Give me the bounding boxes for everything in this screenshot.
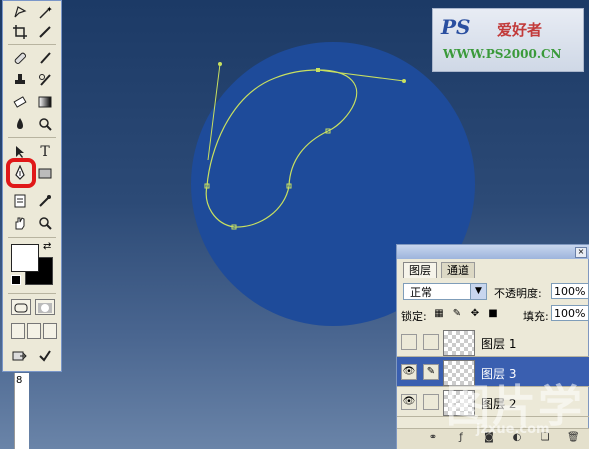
lock-position-icon[interactable]: ✥: [469, 308, 481, 320]
tab-layers[interactable]: 图层: [403, 262, 437, 278]
standard-mode-button[interactable]: [11, 299, 31, 315]
logo-brand-cn: 爱好者: [497, 21, 543, 39]
foreground-color-swatch[interactable]: [11, 244, 39, 272]
layer-row[interactable]: 图层 1: [397, 327, 589, 357]
link-layers-icon[interactable]: ⚭: [427, 432, 439, 444]
swap-colors-icon[interactable]: ⇄: [43, 241, 51, 252]
lock-all-icon[interactable]: ■: [487, 308, 499, 320]
bean-path: [205, 69, 358, 228]
handle-line-right: [317, 69, 405, 82]
handle-endpoint: [218, 62, 222, 66]
dodge-icon[interactable]: [34, 115, 56, 133]
tab-channels[interactable]: 通道: [441, 262, 475, 278]
eyedropper-icon[interactable]: [34, 192, 56, 210]
layer-name: 图层 1: [481, 337, 517, 351]
eye-icon[interactable]: 👁: [401, 364, 417, 380]
blur-icon[interactable]: [9, 115, 31, 133]
toolbox-divider: [8, 44, 56, 45]
ruler-tick-label: 8: [16, 375, 23, 386]
rectangle-shape-icon[interactable]: [34, 164, 56, 182]
opacity-field[interactable]: 100%: [551, 283, 589, 299]
site-watermark-url: jzxue.com: [476, 422, 550, 437]
panel-titlebar[interactable]: ×: [397, 245, 589, 259]
link-cell[interactable]: [423, 394, 439, 410]
fill-label: 填充:: [523, 310, 549, 323]
eraser-icon[interactable]: [9, 93, 31, 111]
handle-line-left: [207, 63, 221, 161]
site-logo-watermark: PS 爱好者 WWW.PS2000.CN: [432, 8, 584, 72]
healing-brush-icon[interactable]: [9, 49, 31, 67]
screen-mode-full-button[interactable]: [43, 323, 57, 339]
magic-wand-icon[interactable]: ✦: [34, 3, 56, 21]
zoom-icon[interactable]: [34, 214, 56, 232]
link-cell[interactable]: [423, 334, 439, 350]
opacity-label: 不透明度:: [494, 287, 542, 300]
panel-close-button[interactable]: ×: [575, 247, 587, 258]
default-colors-icon[interactable]: [11, 275, 21, 285]
fill-field[interactable]: 100%: [551, 305, 589, 321]
jump-to-imageready-icon[interactable]: [9, 347, 31, 365]
quick-mask-button[interactable]: [35, 299, 55, 315]
screen-mode-standard-button[interactable]: [11, 323, 25, 339]
eye-icon[interactable]: 👁: [401, 394, 417, 410]
toolbox-divider: [8, 137, 56, 138]
brush-icon[interactable]: [34, 49, 56, 67]
logo-url: WWW.PS2000.CN: [443, 47, 562, 61]
handle-endpoint: [402, 79, 406, 83]
clone-stamp-icon[interactable]: [9, 71, 31, 89]
svg-text:✦: ✦: [46, 5, 52, 14]
history-brush-icon[interactable]: [34, 71, 56, 89]
lock-image-icon[interactable]: ✎: [451, 308, 463, 320]
layer-thumbnail: [443, 330, 475, 356]
anchor-point: [316, 68, 320, 72]
blend-mode-value: 正常: [410, 286, 432, 299]
toolbox: ✦ T ⇄: [2, 0, 62, 372]
gradient-icon[interactable]: [34, 93, 56, 111]
lasso-icon[interactable]: [9, 3, 31, 21]
logo-brand: PS: [441, 15, 471, 39]
hand-icon[interactable]: [9, 214, 31, 232]
chevron-down-icon[interactable]: ▼: [470, 284, 486, 299]
lock-transparency-icon[interactable]: ▦: [433, 308, 445, 320]
slice-icon[interactable]: [34, 23, 56, 41]
notes-icon[interactable]: [9, 192, 31, 210]
type-icon[interactable]: T: [34, 143, 56, 161]
brush-icon[interactable]: ✎: [423, 364, 439, 380]
checkmark-icon[interactable]: [34, 347, 56, 365]
visibility-toggle[interactable]: [401, 334, 417, 350]
blend-mode-select[interactable]: 正常 ▼: [403, 283, 487, 300]
toolbox-divider: [8, 293, 56, 294]
screen-mode-menu-button[interactable]: [27, 323, 41, 339]
pen-tool-highlight: [6, 158, 36, 188]
toolbox-divider: [8, 237, 56, 238]
crop-icon[interactable]: [9, 23, 31, 41]
lock-label: 锁定:: [401, 310, 427, 323]
